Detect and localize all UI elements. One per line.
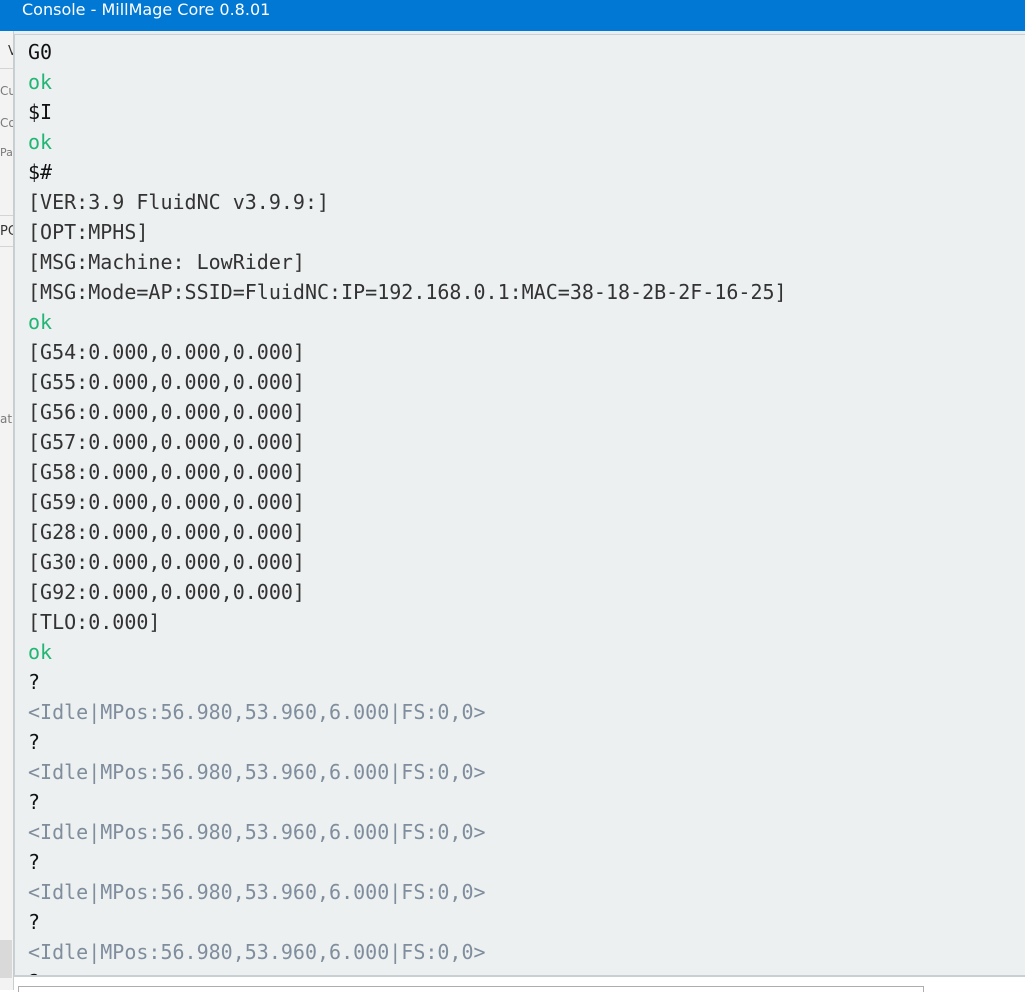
console-line: ?: [28, 850, 41, 874]
console-line: ok: [28, 130, 53, 154]
console-line: [G28:0.000,0.000,0.000]: [28, 520, 305, 544]
console-line: [TLO:0.000]: [28, 610, 161, 634]
console-line: $I: [28, 100, 53, 124]
command-input[interactable]: [18, 986, 924, 992]
console-line: [G56:0.000,0.000,0.000]: [28, 400, 305, 424]
console-line: ok: [28, 70, 53, 94]
title-bar[interactable]: Console - MillMage Core 0.8.01: [0, 0, 1025, 31]
background-panel: [0, 940, 12, 978]
console-output[interactable]: G0 ok $I ok $# [VER:3.9 FluidNC v3.9.9:] [OPT:…: [14, 34, 1025, 976]
console-line: [G59:0.000,0.000,0.000]: [28, 490, 305, 514]
console-line: [G58:0.000,0.000,0.000]: [28, 460, 305, 484]
background-text-fragment: at: [0, 412, 13, 426]
console-line: <Idle|MPos:56.980,53.960,6.000|FS:0,0>: [28, 820, 486, 844]
console-line: [G57:0.000,0.000,0.000]: [28, 430, 305, 454]
console-line: [VER:3.9 FluidNC v3.9.9:]: [28, 190, 330, 214]
console-line: ok: [28, 640, 53, 664]
console-line: [G30:0.000,0.000,0.000]: [28, 550, 305, 574]
console-line: [G54:0.000,0.000,0.000]: [28, 340, 305, 364]
console-line: G0: [28, 40, 53, 64]
console-line: [G92:0.000,0.000,0.000]: [28, 580, 305, 604]
command-input-area: [14, 976, 1025, 992]
window-title: Console - MillMage Core 0.8.01: [22, 0, 271, 19]
background-text-fragment: Pa: [0, 146, 13, 159]
console-line: [G55:0.000,0.000,0.000]: [28, 370, 305, 394]
console-line: ?: [28, 730, 41, 754]
console-line: ?: [28, 910, 41, 934]
console-line: <Idle|MPos:56.980,53.960,6.000|FS:0,0>: [28, 700, 486, 724]
console-line: [MSG:Machine: LowRider]: [28, 250, 305, 274]
console-line: <Idle|MPos:56.980,53.960,6.000|FS:0,0>: [28, 760, 486, 784]
console-line: [OPT:MPHS]: [28, 220, 149, 244]
console-line: <Idle|MPos:56.980,53.960,6.000|FS:0,0>: [28, 940, 486, 964]
console-line: <Idle|MPos:56.980,53.960,6.000|FS:0,0>: [28, 880, 486, 904]
console-line: $#: [28, 160, 53, 184]
console-line: ok: [28, 310, 53, 334]
console-line: ?: [28, 790, 41, 814]
console-line: [MSG:Mode=AP:SSID=FluidNC:IP=192.168.0.1…: [28, 280, 787, 304]
console-line: ?: [28, 670, 41, 694]
console-line: ?: [28, 967, 40, 975]
